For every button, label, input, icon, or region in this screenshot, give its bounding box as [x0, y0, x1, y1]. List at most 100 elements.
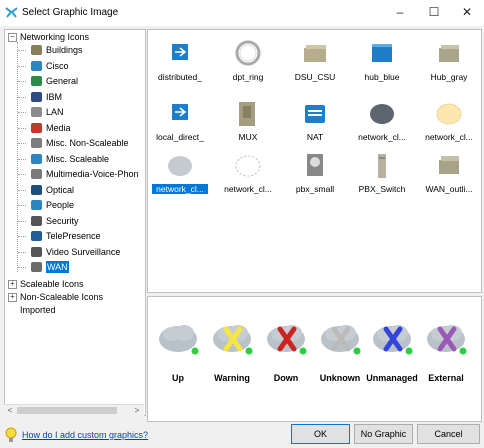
minimize-button[interactable]: – — [383, 0, 417, 26]
gallery-item-icon — [305, 105, 325, 123]
gallery-item-label: PBX_Switch — [358, 184, 406, 194]
gallery-item-icon — [239, 102, 255, 126]
gallery-item-icon — [235, 155, 261, 177]
gallery-item[interactable]: Hub_gray — [421, 36, 477, 96]
category-tree[interactable]: − Networking Icons Buildings Cisco General… — [4, 29, 146, 416]
gallery-item-icon — [439, 156, 459, 174]
multimedia-icon — [31, 169, 42, 179]
title-bar: Select Graphic Image – ☐ ✕ — [0, 0, 484, 26]
gallery-item-icon — [172, 44, 188, 60]
gallery-item-label: Hub_gray — [430, 72, 468, 82]
status-preview-external: External — [424, 313, 468, 393]
gallery-item[interactable]: network_cl... — [151, 148, 209, 208]
gallery-item[interactable]: network_cl... — [220, 148, 276, 208]
gallery-item-icon — [436, 103, 462, 125]
gallery-item-label: network_cl... — [224, 184, 272, 194]
network-cloud-icon — [321, 325, 362, 356]
lightbulb-icon — [5, 427, 17, 442]
gallery-item-icon — [235, 40, 261, 66]
gallery-item[interactable]: DSU_CSU — [287, 36, 343, 96]
lan-icon — [31, 107, 42, 117]
gallery-item[interactable]: NAT — [287, 96, 343, 156]
status-preview-unmanaged: Unmanaged — [366, 313, 418, 393]
gallery-item-icon — [378, 154, 386, 178]
gallery-item-icon — [172, 104, 188, 120]
collapse-icon[interactable]: − — [8, 33, 17, 42]
gallery-item-label: hub_blue — [364, 72, 400, 82]
video-surveillance-icon — [31, 246, 42, 257]
tree-node-label: Misc. Scaleable — [46, 153, 110, 164]
gallery-item[interactable]: local_direct_ — [152, 96, 208, 156]
gallery-item[interactable]: distributed_ — [152, 36, 208, 96]
network-cloud-icon — [159, 325, 200, 356]
network-cloud-icon — [213, 325, 254, 356]
status-preview-warning: Warning — [210, 313, 254, 393]
gallery-item-label: network_cl... — [358, 132, 406, 142]
media-icon — [31, 122, 42, 133]
gallery-item[interactable]: network_cl... — [421, 96, 477, 156]
status-preview-down: Down — [264, 313, 308, 393]
app-icon — [5, 7, 18, 18]
building-icon — [31, 45, 42, 55]
tree-node-label: Security — [46, 215, 79, 226]
maximize-button[interactable]: ☐ — [417, 0, 451, 26]
tree-node-label: Imported — [20, 305, 56, 315]
tree-horizontal-scrollbar[interactable]: < > — [4, 404, 144, 416]
security-icon — [31, 215, 42, 226]
scrollbar-thumb[interactable] — [17, 407, 117, 414]
gallery-item[interactable]: network_cl... — [354, 96, 410, 156]
scroll-left-icon[interactable]: < — [4, 405, 16, 416]
gallery-item-icon — [168, 156, 192, 176]
status-label: Up — [172, 373, 184, 383]
cisco-icon — [31, 60, 42, 71]
gallery-item-icon — [307, 154, 323, 176]
no-graphic-button[interactable]: No Graphic — [354, 424, 413, 444]
status-preview-up: Up — [156, 313, 200, 393]
network-cloud-icon — [373, 325, 414, 356]
status-preview-panel: Up Warning Down Unknown Unmanaged External — [147, 296, 482, 422]
gallery-item[interactable]: pbx_small — [287, 148, 343, 208]
tree-node-label: People — [46, 200, 75, 210]
tree-node-label: LAN — [46, 107, 64, 117]
people-icon — [31, 200, 42, 210]
icon-gallery: distributed_ dpt_ring DSU_CSU hub_blue Hub_g… — [147, 29, 482, 293]
gallery-item-label: network_cl... — [425, 132, 473, 142]
gallery-item-label: dpt_ring — [232, 72, 264, 82]
gallery-item[interactable]: PBX_Switch — [354, 148, 410, 208]
status-label: Down — [273, 373, 299, 383]
ibm-icon — [31, 91, 42, 102]
gallery-item-label: NAT — [306, 132, 324, 142]
gallery-item[interactable]: hub_blue — [354, 36, 410, 96]
telepresence-icon — [31, 231, 42, 241]
status-label: External — [428, 373, 464, 383]
ok-button[interactable]: OK — [291, 424, 350, 444]
expand-icon[interactable]: + — [8, 280, 17, 289]
gallery-item-icon — [370, 104, 394, 124]
tree-node-label: IBM — [46, 91, 63, 102]
network-cloud-icon — [267, 325, 308, 356]
gallery-item-label: WAN_outli... — [425, 184, 473, 194]
gallery-item-label: pbx_small — [295, 184, 335, 194]
gallery-item-label: DSU_CSU — [294, 72, 336, 82]
scroll-right-icon[interactable]: > — [131, 405, 143, 416]
gallery-item-label: local_direct_ — [156, 132, 204, 142]
wan-icon — [31, 262, 42, 272]
tree-node-label: Buildings — [46, 45, 83, 55]
gallery-item[interactable]: WAN_outli... — [421, 148, 477, 208]
status-label: Warning — [214, 373, 250, 383]
gallery-item-icon — [439, 45, 459, 62]
custom-graphics-help-link[interactable]: How do I add custom graphics? — [22, 430, 148, 440]
misc-scaleable-icon — [31, 153, 42, 164]
gallery-item-icon — [372, 44, 392, 62]
expand-icon[interactable]: + — [8, 293, 17, 302]
status-label: Unmanaged — [366, 373, 418, 383]
tree-node-label: TelePresence — [46, 231, 101, 241]
gallery-item-label: distributed_ — [158, 72, 202, 82]
cancel-button[interactable]: Cancel — [417, 424, 480, 444]
close-button[interactable]: ✕ — [450, 0, 484, 26]
gallery-item[interactable]: dpt_ring — [220, 36, 276, 96]
general-icon — [31, 76, 42, 86]
gallery-item[interactable]: MUX — [220, 96, 276, 156]
tree-node-label: Scaleable Icons — [20, 279, 84, 289]
gallery-item-label: network_cl... — [151, 183, 209, 195]
